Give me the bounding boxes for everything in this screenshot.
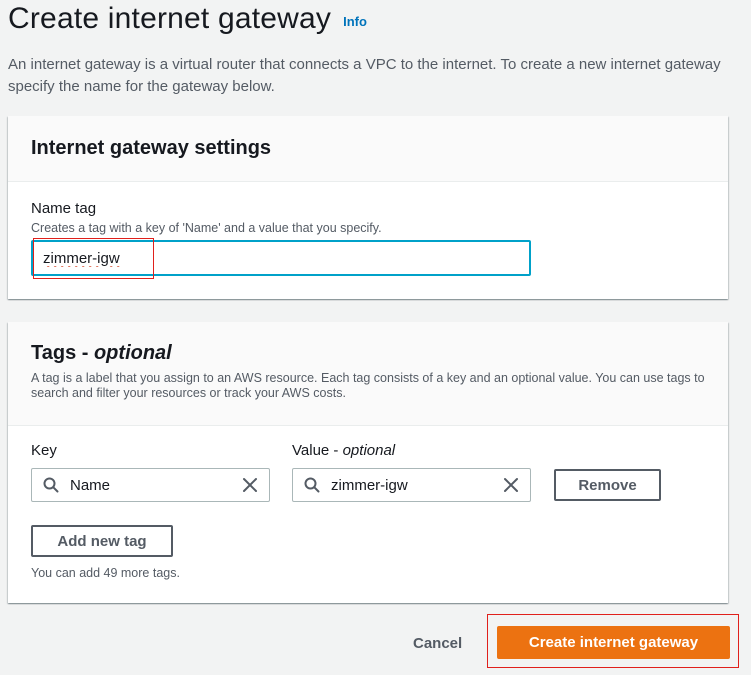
- tag-key-value: Name: [70, 476, 111, 494]
- info-link[interactable]: Info: [343, 14, 367, 29]
- name-tag-input[interactable]: [31, 240, 531, 276]
- tag-key-label: Key: [31, 442, 57, 459]
- tag-value-label-optional: optional: [342, 442, 396, 459]
- tag-row: Name zimmer-igw Remove: [31, 468, 705, 502]
- tags-panel: Tags - optional A tag is a label that yo…: [8, 322, 728, 603]
- tag-value-label-text: Value -: [292, 442, 343, 459]
- tags-title-text: Tags -: [31, 342, 94, 364]
- search-icon: [43, 477, 59, 493]
- cancel-button[interactable]: Cancel: [403, 628, 472, 658]
- tags-panel-body: Key Value - optional Name zimmer-igw Rem…: [8, 426, 728, 596]
- search-icon: [304, 477, 320, 493]
- tag-key-input[interactable]: Name: [31, 468, 270, 502]
- remove-tag-button[interactable]: Remove: [554, 469, 661, 501]
- close-icon[interactable]: [241, 476, 259, 494]
- tags-panel-header: Tags - optional A tag is a label that yo…: [8, 322, 728, 426]
- tag-value-value: zimmer-igw: [331, 476, 408, 494]
- name-tag-label: Name tag: [31, 200, 97, 217]
- form-actions: Cancel Create internet gateway: [0, 612, 751, 672]
- name-tag-description: Creates a tag with a key of 'Name' and a…: [31, 221, 382, 235]
- tags-panel-description: A tag is a label that you assign to an A…: [31, 371, 705, 400]
- page-title: Create internet gateway: [8, 2, 332, 35]
- tags-panel-title: Tags - optional: [31, 342, 705, 365]
- settings-panel-header: Internet gateway settings: [8, 116, 728, 182]
- tags-title-optional: optional: [93, 342, 172, 364]
- tag-value-input[interactable]: zimmer-igw: [292, 468, 531, 502]
- name-tag-input-wrapper: [31, 238, 531, 279]
- settings-panel-body: Name tag Creates a tag with a key of 'Na…: [8, 182, 728, 294]
- settings-panel: Internet gateway settings Name tag Creat…: [8, 116, 728, 299]
- page-header: Create internet gateway Info: [8, 2, 367, 36]
- create-internet-gateway-button[interactable]: Create internet gateway: [497, 626, 730, 659]
- page-description: An internet gateway is a virtual router …: [8, 56, 721, 95]
- tags-limit-hint: You can add 49 more tags.: [31, 566, 180, 580]
- tag-column-labels: Key Value - optional: [31, 442, 705, 459]
- tag-value-label: Value - optional: [292, 442, 395, 459]
- settings-panel-title: Internet gateway settings: [31, 137, 272, 159]
- add-new-tag-button[interactable]: Add new tag: [31, 525, 173, 557]
- close-icon[interactable]: [502, 476, 520, 494]
